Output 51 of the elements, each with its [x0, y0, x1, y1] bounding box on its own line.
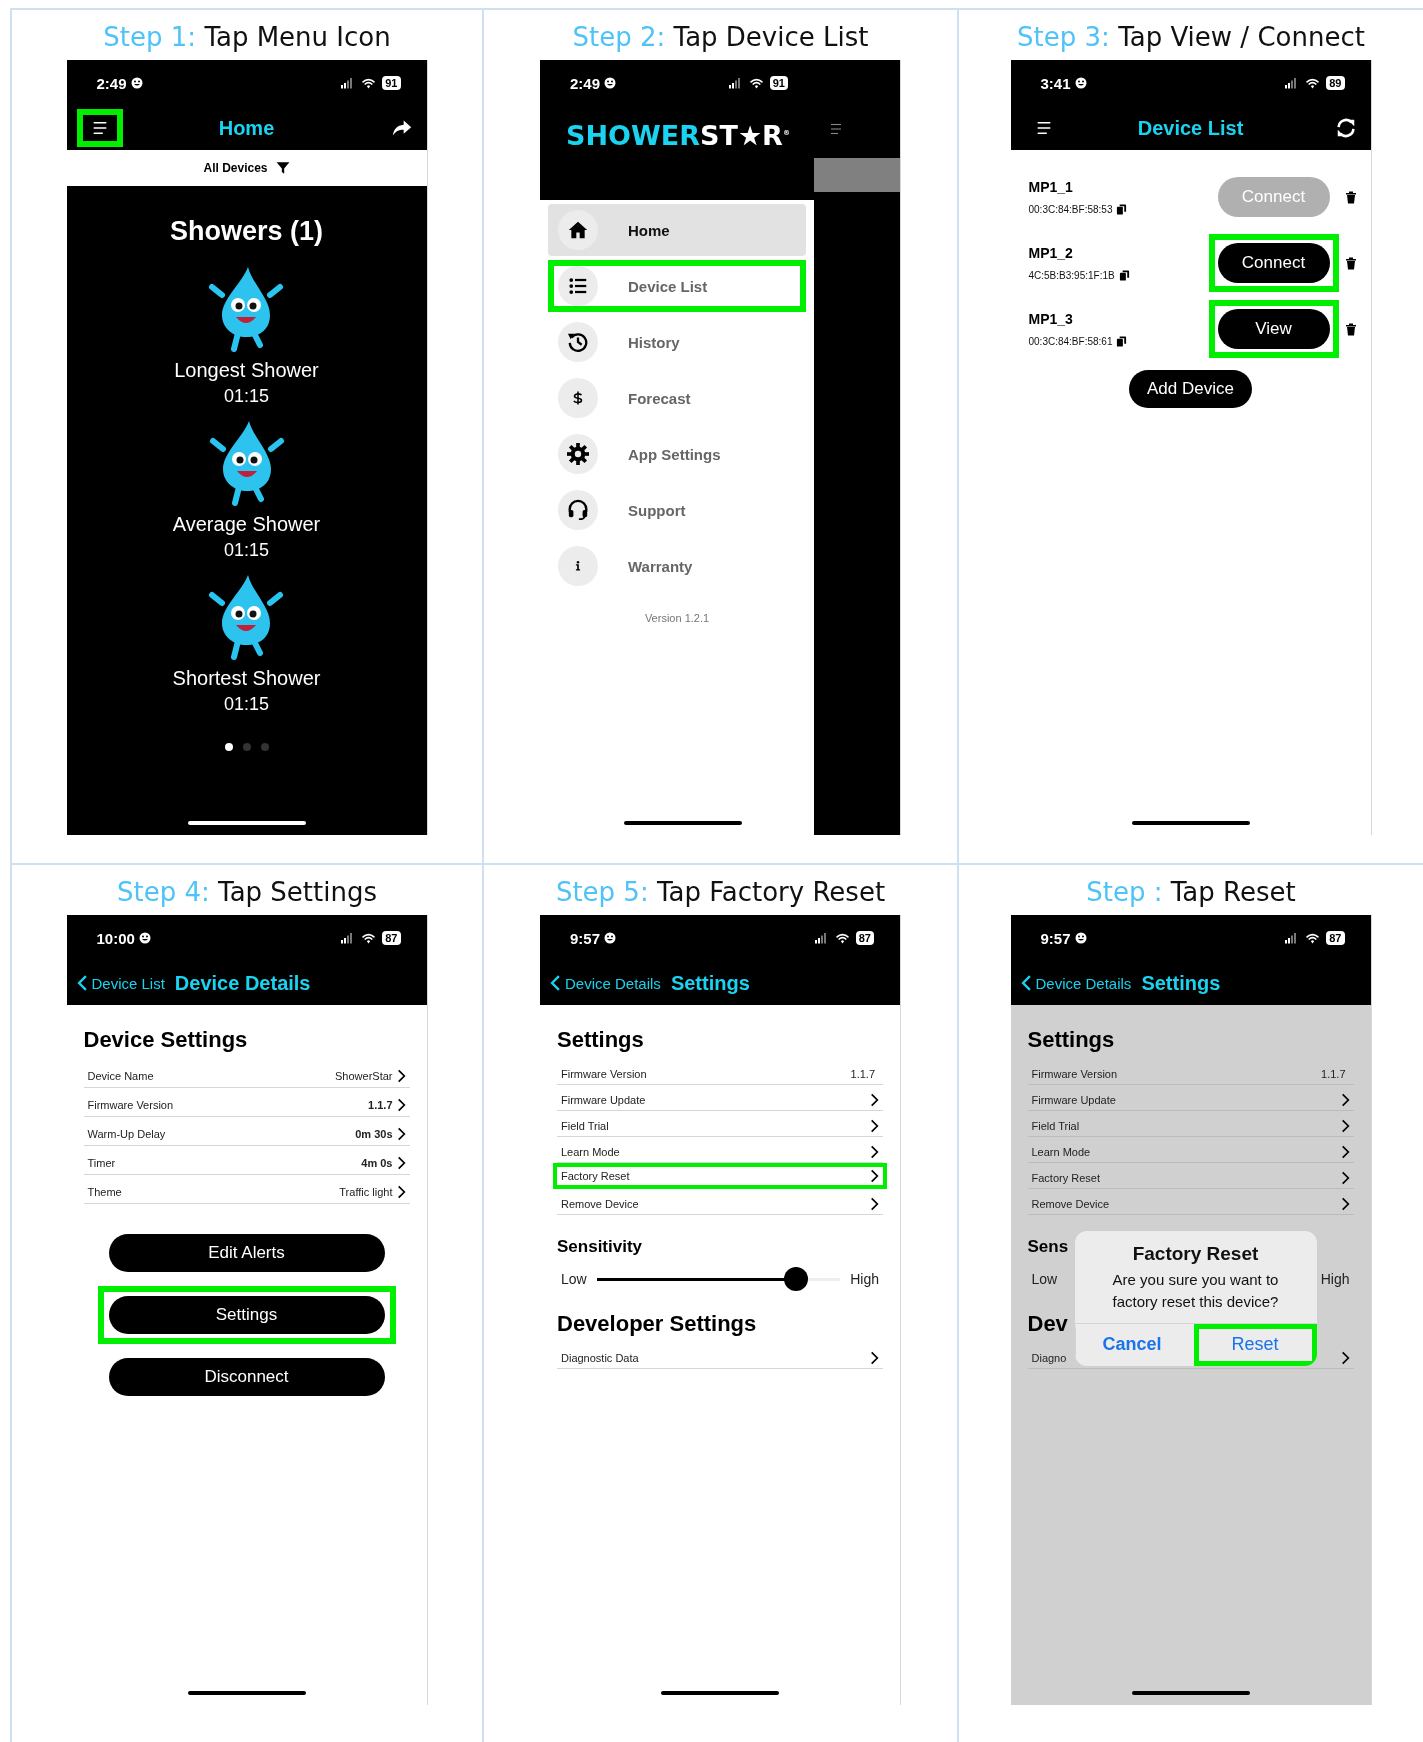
status-time: 3:41 — [1040, 74, 1071, 92]
dialog-title: Factory Reset — [1132, 1243, 1259, 1265]
screen-title: Settings — [1141, 971, 1221, 995]
screen-title: Device List — [1137, 116, 1244, 139]
stat-value: 01:15 — [223, 694, 269, 715]
battery-level: 89 — [1326, 76, 1345, 90]
stat-label: Shortest Shower — [172, 667, 321, 690]
step-title: Step 1: Tap Menu Icon — [103, 22, 391, 52]
step-title: Step 2: Tap Device List — [572, 22, 869, 52]
device-name: MP1_1 — [1028, 178, 1074, 195]
stat-value: 01:15 — [223, 540, 269, 561]
slider-max-label: High — [1320, 1271, 1350, 1287]
slider-max-label: High — [850, 1271, 879, 1287]
screen-title: Home — [218, 116, 275, 139]
device-name: MP1_3 — [1028, 310, 1074, 327]
section-heading: Sens — [1027, 1237, 1069, 1257]
step-title: Step 5: Tap Factory Reset — [555, 877, 886, 907]
battery-level: 91 — [382, 76, 401, 90]
showers-heading: Showers (1) — [169, 216, 323, 247]
battery-level: 87 — [855, 931, 874, 945]
step-title: Step 4: Tap Settings — [117, 877, 377, 907]
screen-title: Settings — [670, 971, 750, 995]
dialog-message: Are you sure you want to factory reset this device? — [1111, 1270, 1280, 1312]
section-heading: Settings — [557, 1027, 644, 1053]
device-address: 00:3C:84:BF:58:61 — [1028, 335, 1113, 347]
battery-level: 87 — [1326, 931, 1345, 945]
screen-title: Device Details — [174, 971, 311, 995]
brand-logo: SHOWERST★R$^{®}$ — [565, 119, 791, 151]
status-time: 9:57 — [1040, 929, 1071, 947]
slider-min-label: Low — [561, 1271, 587, 1287]
battery-level: 91 — [769, 76, 788, 90]
stat-label: Longest Shower — [174, 359, 319, 382]
device-address: 00:3C:84:BF:58:53 — [1028, 203, 1113, 215]
section-heading: Developer Settings — [557, 1311, 757, 1337]
section-heading: Device Settings — [83, 1027, 248, 1053]
status-time: 2:49 — [96, 74, 127, 92]
status-time: 2:49 — [570, 74, 601, 92]
battery-level: 87 — [382, 931, 401, 945]
section-heading: Sensitivity — [557, 1237, 643, 1257]
status-time: 10:00 — [96, 929, 135, 947]
step-title: Step 3: Tap View / Connect — [1017, 22, 1365, 52]
status-time: 9:57 — [570, 929, 601, 947]
stat-value: 01:15 — [223, 386, 269, 407]
step-title: Step : Tap Reset — [1086, 877, 1296, 907]
slider-min-label: Low — [1031, 1271, 1058, 1287]
version-label: Version 1.2.1 — [644, 612, 710, 624]
device-name: MP1_2 — [1028, 244, 1074, 261]
section-heading: Settings — [1027, 1027, 1115, 1053]
device-address: 4C:5B:B3:95:1F:1B — [1028, 269, 1115, 281]
section-heading: Dev — [1027, 1311, 1068, 1337]
stat-label: Average Shower — [172, 513, 321, 536]
